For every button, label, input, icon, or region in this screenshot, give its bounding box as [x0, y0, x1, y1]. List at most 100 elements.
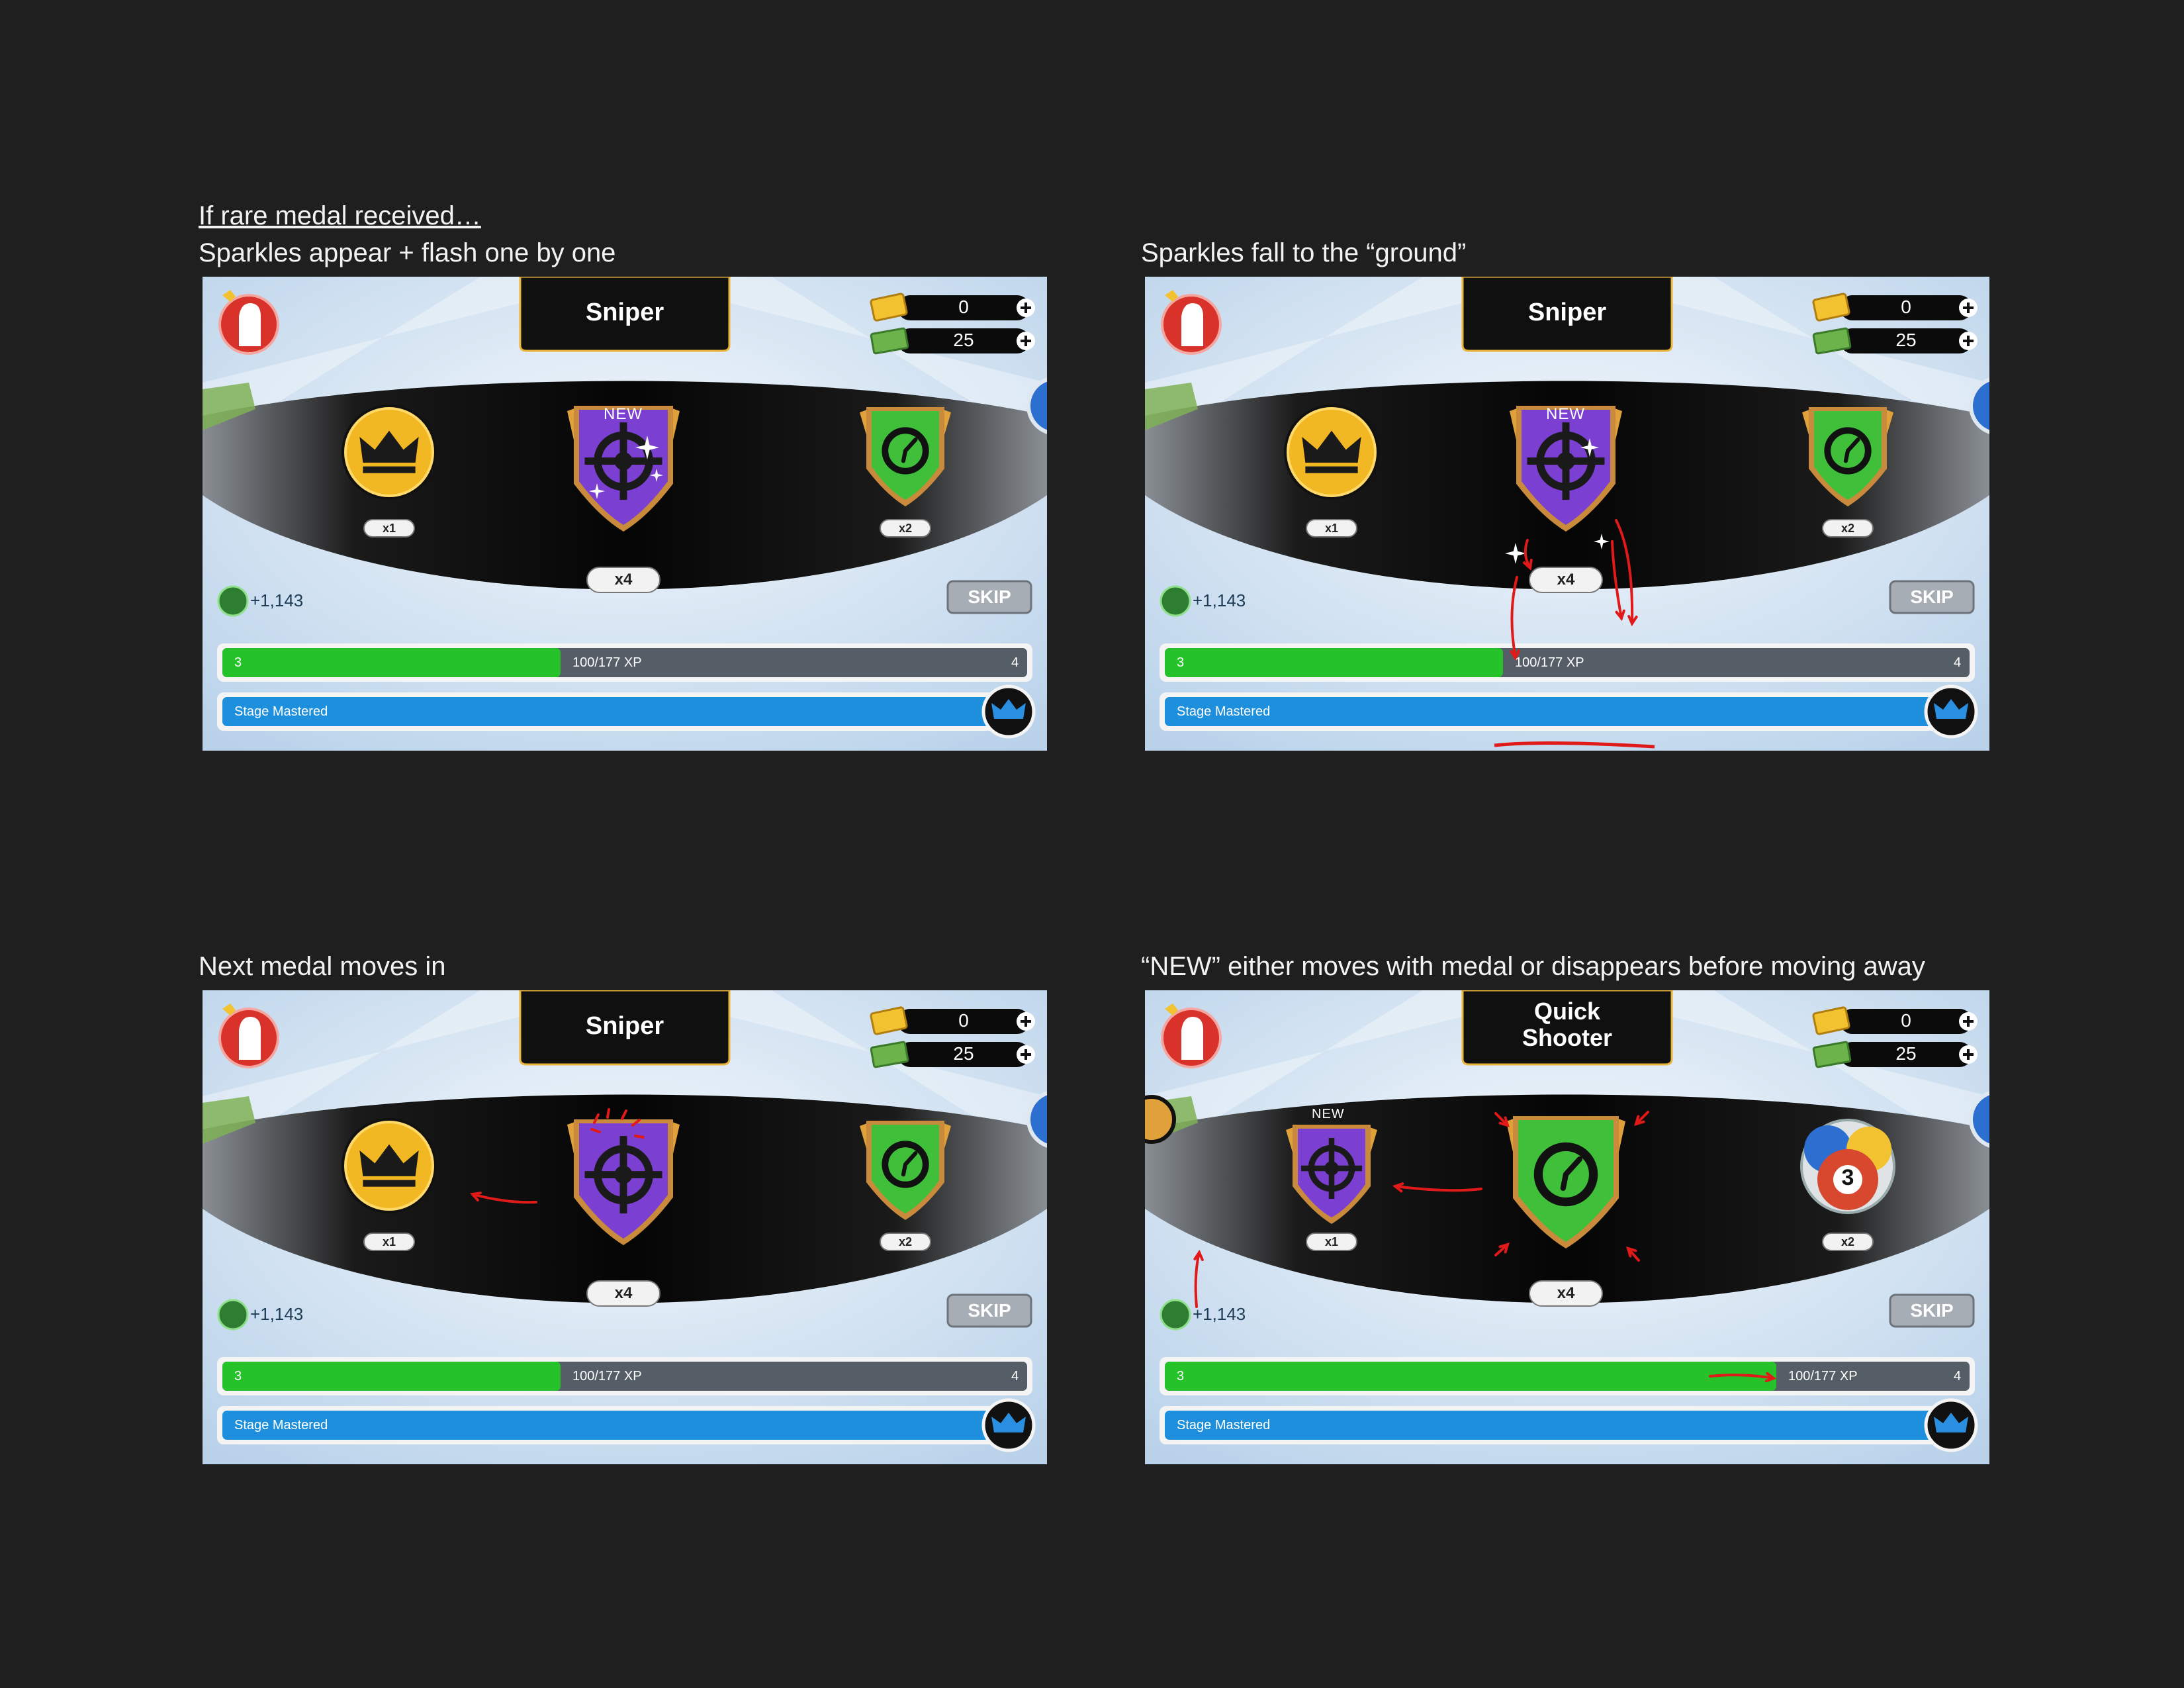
caption-text: Next medal moves in	[199, 952, 446, 981]
center-medal-count: x4	[1557, 1284, 1575, 1302]
xp-icon	[1160, 585, 1191, 617]
gold-amount: 0	[958, 297, 969, 317]
xp-bar-fill	[222, 1362, 561, 1391]
cash-amount: 25	[1895, 1043, 1917, 1064]
screenshot-panel-1: Sniper 0 25 NEW x1 x2 x4 +1,143 SKIP 3 100/177 XP 4…	[203, 277, 1047, 751]
screenshot-panel-4: Quick Shooter 0 25 NEW x1 x2 x4 3 +1,143 SKIP 3 100/…	[1145, 990, 1989, 1464]
gold-amount: 0	[1901, 297, 1911, 317]
level-from: 3	[234, 1369, 242, 1383]
caption-panel-3: Next medal moves in	[199, 948, 445, 985]
left-medal-count: x1	[1324, 522, 1339, 535]
stage-bar-fill	[1165, 697, 1948, 726]
new-label: NEW	[604, 405, 643, 423]
right-medal-count: x2	[898, 1235, 913, 1248]
plus-icon[interactable]	[1959, 1045, 1978, 1064]
xp-bar-fill	[222, 648, 561, 677]
xp-icon	[1160, 1299, 1191, 1331]
level-to: 4	[1954, 655, 1962, 670]
xp-progress-text: 100/177 XP	[572, 1369, 642, 1383]
center-medal-count: x4	[1557, 571, 1575, 588]
crown-badge-icon	[981, 1398, 1036, 1452]
right-medal-count: x2	[1841, 522, 1855, 535]
stage-mastered-label: Stage Mastered	[234, 704, 328, 719]
cash-amount: 25	[953, 1043, 974, 1064]
skip-button[interactable]: SKIP	[1890, 586, 1974, 608]
plus-icon[interactable]	[1959, 1012, 1978, 1031]
plus-icon[interactable]	[1017, 299, 1035, 317]
skip-button[interactable]: SKIP	[1890, 1300, 1974, 1321]
xp-gain-value: +1,143	[250, 1304, 304, 1324]
stage-mastered-label: Stage Mastered	[1177, 1418, 1271, 1432]
plus-icon[interactable]	[1017, 1012, 1035, 1031]
gold-amount: 0	[1901, 1010, 1911, 1031]
xp-bar-fill	[1165, 1362, 1776, 1391]
screenshot-panel-3: Sniper 0 25 x1 x2 x4 +1,143 SKIP 3 100/177 XP 4 Sta…	[203, 990, 1047, 1464]
annotation-burst	[606, 1108, 610, 1119]
plus-icon[interactable]	[1017, 332, 1035, 350]
page-title-line-1: Quick	[1533, 998, 1601, 1025]
crown-badge-icon	[981, 684, 1036, 739]
level-from: 3	[234, 655, 242, 670]
xp-progress-text: 100/177 XP	[1788, 1369, 1858, 1383]
level-from: 3	[1177, 655, 1185, 670]
stage-mastered-label: Stage Mastered	[234, 1418, 328, 1432]
game-scene	[1145, 990, 1989, 1464]
screenshot-panel-2: Sniper 0 25 NEW x1 x2 x4 +1,143 SKIP 3 100/177 XP 4…	[1145, 277, 1989, 751]
plus-icon[interactable]	[1959, 332, 1978, 350]
plus-icon[interactable]	[1017, 1045, 1035, 1064]
skip-button[interactable]: SKIP	[948, 586, 1031, 608]
page-title: Sniper	[585, 299, 664, 326]
crown-medal-icon	[1145, 1095, 1176, 1144]
center-medal-count: x4	[614, 1284, 633, 1302]
level-to: 4	[1954, 1369, 1962, 1383]
caption-text: Sparkles appear + flash one by one	[199, 238, 616, 267]
caption-text: “NEW” either moves with medal or disappe…	[1141, 952, 1925, 981]
caption-text: Sparkles fall to the “ground”	[1141, 238, 1467, 267]
page-title: Sniper	[1527, 299, 1607, 326]
page-title: Sniper	[585, 1012, 664, 1040]
xp-gain-value: +1,143	[1193, 590, 1246, 610]
cash-amount: 25	[953, 330, 974, 350]
level-from: 3	[1177, 1369, 1185, 1383]
xp-progress-text: 100/177 XP	[572, 655, 642, 670]
crown-medal-icon	[341, 1118, 437, 1213]
left-medal-count: x1	[382, 1235, 396, 1248]
xp-bar-fill	[1165, 648, 1503, 677]
level-to: 4	[1011, 1369, 1019, 1383]
xp-progress-text: 100/177 XP	[1515, 655, 1584, 670]
page-title-line-2: Shooter	[1522, 1024, 1612, 1051]
caption-panel-4: “NEW” either moves with medal or disappe…	[1141, 948, 1925, 985]
ball-number: 3	[1841, 1165, 1854, 1190]
xp-gain-value: +1,143	[1193, 1304, 1246, 1324]
plus-icon[interactable]	[1959, 299, 1978, 317]
crown-badge-icon	[1924, 1398, 1978, 1452]
gold-amount: 0	[958, 1010, 969, 1031]
skip-button[interactable]: SKIP	[948, 1300, 1031, 1321]
left-medal-count: x1	[1324, 1235, 1339, 1248]
stage-bar-fill	[222, 697, 1006, 726]
caption-panel-1: If rare medal received… Sparkles appear …	[199, 197, 615, 271]
crown-badge-icon	[1924, 684, 1978, 739]
xp-gain-value: +1,143	[250, 590, 304, 610]
stage-bar-fill	[222, 1411, 1006, 1440]
xp-icon	[217, 1299, 249, 1331]
new-label: NEW	[1546, 405, 1585, 423]
crown-medal-icon	[1284, 404, 1379, 500]
game-scene	[203, 990, 1047, 1464]
caption-heading: If rare medal received…	[199, 201, 481, 230]
left-medal-count: x1	[382, 522, 396, 535]
game-scene	[203, 277, 1047, 751]
new-label: NEW	[1312, 1107, 1345, 1121]
caption-panel-2: Sparkles fall to the “ground”	[1141, 234, 1466, 271]
center-medal-count: x4	[614, 571, 633, 588]
stage-bar-fill	[1165, 1411, 1948, 1440]
stage-mastered-label: Stage Mastered	[1177, 704, 1271, 719]
cash-amount: 25	[1895, 330, 1917, 350]
right-medal-count: x2	[1841, 1235, 1855, 1248]
right-medal-count: x2	[898, 522, 913, 535]
annotation-burst	[634, 1135, 645, 1139]
crown-medal-icon	[341, 404, 437, 500]
level-to: 4	[1011, 655, 1019, 670]
game-scene	[1145, 277, 1989, 751]
xp-icon	[217, 585, 249, 617]
